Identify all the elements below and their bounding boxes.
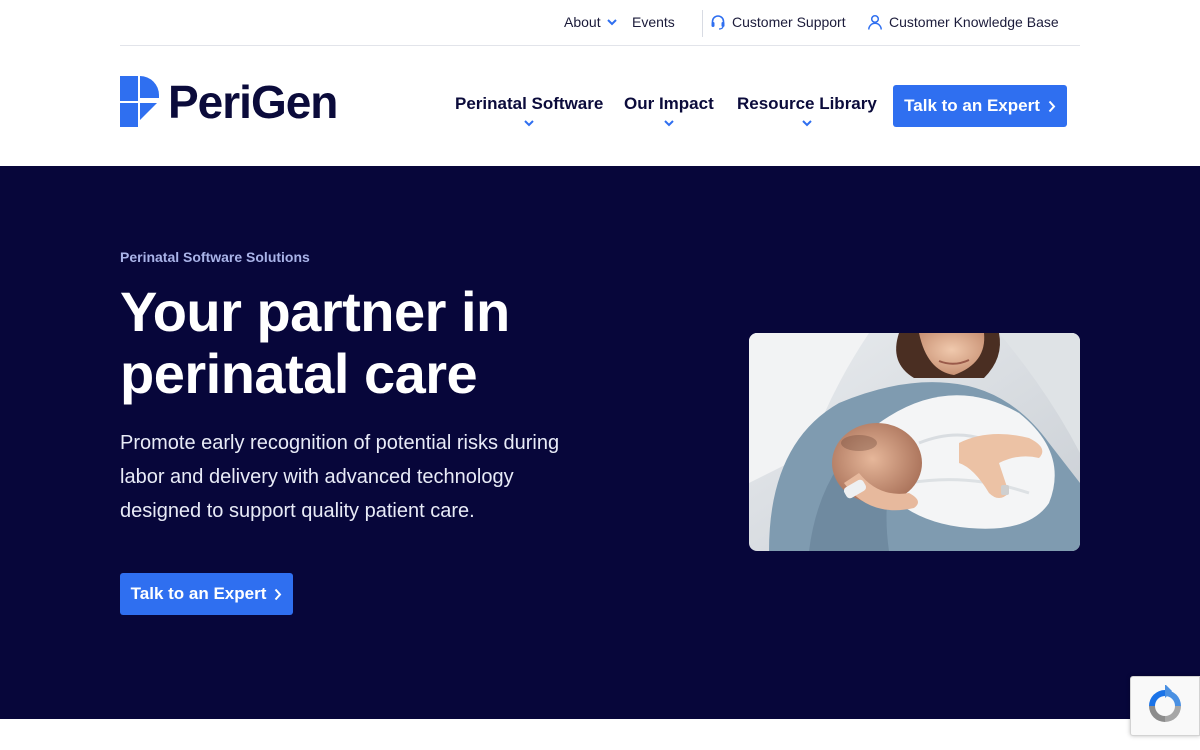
utility-divider	[702, 10, 703, 37]
customer-support-link[interactable]: Customer Support	[710, 14, 846, 30]
headset-icon	[711, 15, 725, 30]
knowledge-base-label: Customer Knowledge Base	[889, 14, 1059, 30]
mother-newborn-photo	[749, 333, 1080, 551]
user-icon	[868, 14, 882, 30]
hero-title: Your partner in perinatal care	[120, 280, 510, 405]
events-label: Events	[632, 14, 675, 30]
knowledge-base-link[interactable]: Customer Knowledge Base	[867, 14, 1059, 30]
about-label: About	[564, 14, 601, 30]
recaptcha-badge[interactable]	[1130, 676, 1200, 736]
chevron-down-icon	[606, 18, 617, 25]
nav-perinatal-software[interactable]: Perinatal Software	[455, 94, 603, 127]
hero-eyebrow: Perinatal Software Solutions	[120, 249, 310, 265]
events-link[interactable]: Events	[632, 14, 675, 30]
hero-talk-to-expert-label: Talk to an Expert	[130, 584, 267, 603]
hero-section: Perinatal Software Solutions Your partne…	[0, 166, 1200, 719]
chevron-down-icon	[664, 120, 674, 127]
chevron-down-icon	[524, 120, 534, 127]
brand-logo[interactable]: PeriGen	[120, 75, 338, 128]
brand-name: PeriGen	[168, 75, 338, 128]
nav-resource-library[interactable]: Resource Library	[737, 94, 877, 127]
customer-support-label: Customer Support	[732, 14, 846, 30]
nav-our-impact-label: Our Impact	[624, 94, 714, 113]
chevron-right-icon	[275, 588, 282, 600]
mother-newborn-illustration	[749, 333, 1080, 551]
talk-to-expert-label: Talk to an Expert	[904, 96, 1040, 115]
nav-perinatal-software-label: Perinatal Software	[455, 94, 604, 113]
chevron-down-icon	[802, 120, 812, 127]
about-menu[interactable]: About	[564, 14, 617, 30]
chevron-right-icon	[1048, 100, 1056, 112]
utility-bar: About Events Customer Support Customer K…	[120, 0, 1080, 46]
nav-resource-library-label: Resource Library	[737, 94, 877, 113]
recaptcha-icon	[1149, 685, 1181, 722]
talk-to-expert-button[interactable]: Talk to an Expert	[893, 85, 1067, 127]
hero-description: Promote early recognition of potential r…	[120, 432, 560, 522]
hero-talk-to-expert-button[interactable]: Talk to an Expert	[120, 573, 293, 615]
nav-our-impact[interactable]: Our Impact	[624, 94, 714, 127]
perigen-logo-icon	[120, 76, 159, 127]
